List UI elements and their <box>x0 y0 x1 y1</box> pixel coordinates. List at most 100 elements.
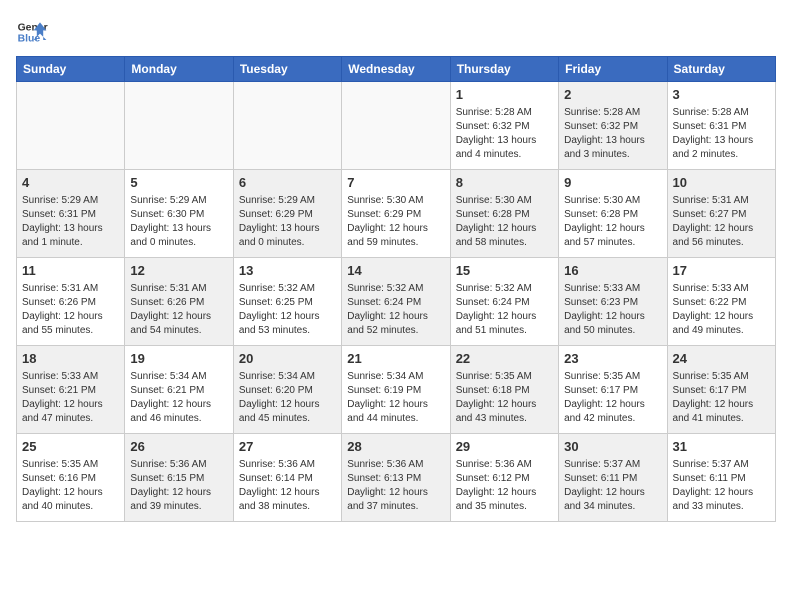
calendar-cell: 3 Sunrise: 5:28 AM Sunset: 6:31 PM Daylig… <box>667 82 775 170</box>
week-row-0: 1 Sunrise: 5:28 AM Sunset: 6:32 PM Daylig… <box>17 82 776 170</box>
day-number: 15 <box>456 262 553 280</box>
day-info: Sunrise: 5:32 AM Sunset: 6:24 PM Dayligh… <box>456 282 553 338</box>
calendar-cell: 12 Sunrise: 5:31 AM Sunset: 6:26 PM Dayli… <box>125 258 233 346</box>
calendar-cell: 6 Sunrise: 5:29 AM Sunset: 6:29 PM Daylig… <box>233 170 341 258</box>
day-number: 22 <box>456 350 553 368</box>
day-info: Sunrise: 5:37 AM Sunset: 6:11 PM Dayligh… <box>673 458 770 514</box>
day-number: 3 <box>673 86 770 104</box>
day-info: Sunrise: 5:29 AM Sunset: 6:29 PM Dayligh… <box>239 194 336 250</box>
calendar-cell: 5 Sunrise: 5:29 AM Sunset: 6:30 PM Daylig… <box>125 170 233 258</box>
day-number: 31 <box>673 438 770 456</box>
day-info: Sunrise: 5:32 AM Sunset: 6:24 PM Dayligh… <box>347 282 444 338</box>
week-row-4: 25Sunrise: 5:35 AM Sunset: 6:16 PM Dayli… <box>17 434 776 522</box>
page-header: General Blue <box>16 16 776 48</box>
day-info: Sunrise: 5:28 AM Sunset: 6:31 PM Dayligh… <box>673 106 770 162</box>
day-header-saturday: Saturday <box>667 57 775 82</box>
day-number: 16 <box>564 262 661 280</box>
calendar-cell: 2 Sunrise: 5:28 AM Sunset: 6:32 PM Daylig… <box>559 82 667 170</box>
day-info: Sunrise: 5:34 AM Sunset: 6:20 PM Dayligh… <box>239 370 336 426</box>
day-info: Sunrise: 5:30 AM Sunset: 6:28 PM Dayligh… <box>456 194 553 250</box>
day-info: Sunrise: 5:33 AM Sunset: 6:23 PM Dayligh… <box>564 282 661 338</box>
calendar-cell: 1 Sunrise: 5:28 AM Sunset: 6:32 PM Daylig… <box>450 82 558 170</box>
calendar-cell: 13 Sunrise: 5:32 AM Sunset: 6:25 PM Dayli… <box>233 258 341 346</box>
day-number: 23 <box>564 350 661 368</box>
day-number: 27 <box>239 438 336 456</box>
day-info: Sunrise: 5:33 AM Sunset: 6:22 PM Dayligh… <box>673 282 770 338</box>
day-info: Sunrise: 5:32 AM Sunset: 6:25 PM Dayligh… <box>239 282 336 338</box>
day-info: Sunrise: 5:30 AM Sunset: 6:28 PM Dayligh… <box>564 194 661 250</box>
day-info: Sunrise: 5:28 AM Sunset: 6:32 PM Dayligh… <box>456 106 553 162</box>
day-info: Sunrise: 5:31 AM Sunset: 6:26 PM Dayligh… <box>22 282 119 338</box>
day-number: 28 <box>347 438 444 456</box>
day-header-tuesday: Tuesday <box>233 57 341 82</box>
day-header-friday: Friday <box>559 57 667 82</box>
day-number: 9 <box>564 174 661 192</box>
calendar-cell: 26 Sunrise: 5:36 AM Sunset: 6:15 PM Dayli… <box>125 434 233 522</box>
calendar-cell: 27 Sunrise: 5:36 AM Sunset: 6:14 PM Dayli… <box>233 434 341 522</box>
calendar-cell: 22 Sunrise: 5:35 AM Sunset: 6:18 PM Dayli… <box>450 346 558 434</box>
calendar-cell: 4 Sunrise: 5:29 AM Sunset: 6:31 PM Daylig… <box>17 170 125 258</box>
calendar-cell <box>17 82 125 170</box>
calendar-cell: 24 Sunrise: 5:35 AM Sunset: 6:17 PM Dayli… <box>667 346 775 434</box>
day-number: 5 <box>130 174 227 192</box>
day-number: 4 <box>22 174 119 192</box>
day-info: Sunrise: 5:36 AM Sunset: 6:13 PM Dayligh… <box>347 458 444 514</box>
day-info: Sunrise: 5:34 AM Sunset: 6:19 PM Dayligh… <box>347 370 444 426</box>
calendar-cell: 30Sunrise: 5:37 AM Sunset: 6:11 PM Dayli… <box>559 434 667 522</box>
day-number: 10 <box>673 174 770 192</box>
day-header-thursday: Thursday <box>450 57 558 82</box>
calendar-cell <box>342 82 450 170</box>
calendar-cell: 25Sunrise: 5:35 AM Sunset: 6:16 PM Dayli… <box>17 434 125 522</box>
day-number: 11 <box>22 262 119 280</box>
calendar-cell: 21 Sunrise: 5:34 AM Sunset: 6:19 PM Dayli… <box>342 346 450 434</box>
day-info: Sunrise: 5:36 AM Sunset: 6:12 PM Dayligh… <box>456 458 553 514</box>
calendar-cell: 8Sunrise: 5:30 AM Sunset: 6:28 PM Daylig… <box>450 170 558 258</box>
day-number: 20 <box>239 350 336 368</box>
day-info: Sunrise: 5:28 AM Sunset: 6:32 PM Dayligh… <box>564 106 661 162</box>
calendar-cell: 31 Sunrise: 5:37 AM Sunset: 6:11 PM Dayli… <box>667 434 775 522</box>
day-header-wednesday: Wednesday <box>342 57 450 82</box>
day-info: Sunrise: 5:35 AM Sunset: 6:17 PM Dayligh… <box>564 370 661 426</box>
calendar-cell: 9 Sunrise: 5:30 AM Sunset: 6:28 PM Daylig… <box>559 170 667 258</box>
day-info: Sunrise: 5:29 AM Sunset: 6:31 PM Dayligh… <box>22 194 119 250</box>
calendar-cell: 16 Sunrise: 5:33 AM Sunset: 6:23 PM Dayli… <box>559 258 667 346</box>
day-number: 25 <box>22 438 119 456</box>
day-number: 30 <box>564 438 661 456</box>
day-info: Sunrise: 5:35 AM Sunset: 6:17 PM Dayligh… <box>673 370 770 426</box>
day-number: 21 <box>347 350 444 368</box>
calendar-cell: 15 Sunrise: 5:32 AM Sunset: 6:24 PM Dayli… <box>450 258 558 346</box>
week-row-1: 4 Sunrise: 5:29 AM Sunset: 6:31 PM Daylig… <box>17 170 776 258</box>
day-number: 7 <box>347 174 444 192</box>
day-number: 26 <box>130 438 227 456</box>
calendar-cell: 18Sunrise: 5:33 AM Sunset: 6:21 PM Dayli… <box>17 346 125 434</box>
calendar-header: SundayMondayTuesdayWednesdayThursdayFrid… <box>17 57 776 82</box>
day-info: Sunrise: 5:31 AM Sunset: 6:27 PM Dayligh… <box>673 194 770 250</box>
calendar-cell: 28 Sunrise: 5:36 AM Sunset: 6:13 PM Dayli… <box>342 434 450 522</box>
day-info: Sunrise: 5:31 AM Sunset: 6:26 PM Dayligh… <box>130 282 227 338</box>
day-info: Sunrise: 5:35 AM Sunset: 6:18 PM Dayligh… <box>456 370 553 426</box>
day-number: 6 <box>239 174 336 192</box>
calendar-cell: 7Sunrise: 5:30 AM Sunset: 6:29 PM Daylig… <box>342 170 450 258</box>
day-number: 14 <box>347 262 444 280</box>
logo-icon: General Blue <box>16 16 48 48</box>
calendar-cell: 11 Sunrise: 5:31 AM Sunset: 6:26 PM Dayli… <box>17 258 125 346</box>
day-number: 18 <box>22 350 119 368</box>
day-info: Sunrise: 5:36 AM Sunset: 6:15 PM Dayligh… <box>130 458 227 514</box>
day-number: 12 <box>130 262 227 280</box>
calendar-cell: 23 Sunrise: 5:35 AM Sunset: 6:17 PM Dayli… <box>559 346 667 434</box>
calendar-cell <box>125 82 233 170</box>
calendar-cell: 29Sunrise: 5:36 AM Sunset: 6:12 PM Dayli… <box>450 434 558 522</box>
day-number: 2 <box>564 86 661 104</box>
calendar-cell <box>233 82 341 170</box>
day-number: 24 <box>673 350 770 368</box>
day-info: Sunrise: 5:36 AM Sunset: 6:14 PM Dayligh… <box>239 458 336 514</box>
day-number: 13 <box>239 262 336 280</box>
calendar-cell: 19Sunrise: 5:34 AM Sunset: 6:21 PM Dayli… <box>125 346 233 434</box>
calendar-table: SundayMondayTuesdayWednesdayThursdayFrid… <box>16 56 776 522</box>
day-header-sunday: Sunday <box>17 57 125 82</box>
calendar-cell: 10 Sunrise: 5:31 AM Sunset: 6:27 PM Dayli… <box>667 170 775 258</box>
day-number: 1 <box>456 86 553 104</box>
week-row-3: 18Sunrise: 5:33 AM Sunset: 6:21 PM Dayli… <box>17 346 776 434</box>
day-info: Sunrise: 5:29 AM Sunset: 6:30 PM Dayligh… <box>130 194 227 250</box>
day-number: 19 <box>130 350 227 368</box>
